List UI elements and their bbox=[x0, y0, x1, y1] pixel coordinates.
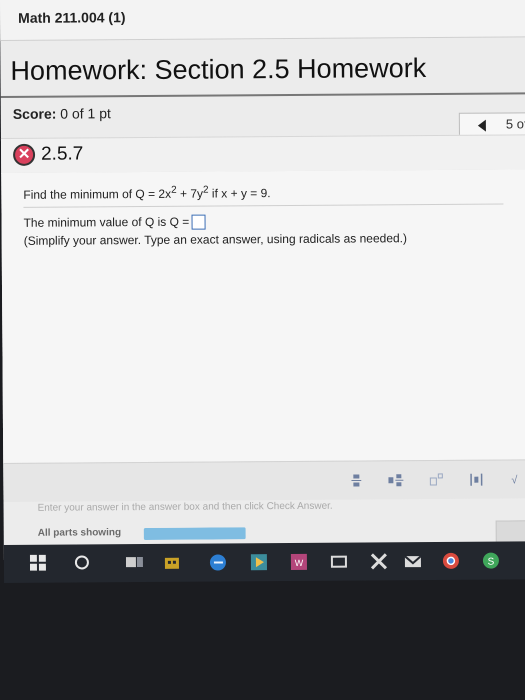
homework-title: Homework: Section 2.5 Homework bbox=[10, 53, 427, 86]
mail-icon[interactable] bbox=[404, 552, 422, 570]
windows-taskbar: W S bbox=[3, 541, 525, 583]
incorrect-status-icon: ✕ bbox=[13, 143, 36, 166]
score-value: 0 of 1 pt bbox=[60, 105, 111, 122]
skype-icon[interactable]: S bbox=[482, 552, 500, 570]
problem-content: Find the minimum of Q = 2x2 + 7y2 if x +… bbox=[1, 169, 525, 463]
edge-icon[interactable] bbox=[209, 553, 227, 571]
answer-input[interactable] bbox=[191, 214, 206, 230]
title-divider bbox=[0, 92, 525, 98]
svg-text:W: W bbox=[295, 558, 304, 568]
parts-showing-label: All parts showing bbox=[37, 527, 122, 539]
course-title[interactable]: Math 211.004 (1) bbox=[18, 9, 125, 26]
previous-question-icon[interactable] bbox=[477, 119, 486, 132]
cortana-icon[interactable] bbox=[74, 554, 92, 572]
app-icon[interactable] bbox=[370, 552, 388, 570]
browser-screen: Math 211.004 (1) Homework: Section 2.5 H… bbox=[0, 0, 525, 583]
question-text: Find the minimum of Q = 2x2 + 7y2 if x +… bbox=[23, 184, 271, 202]
mail-icon[interactable] bbox=[330, 553, 348, 571]
check-answer-button[interactable] bbox=[495, 520, 525, 543]
mixed-number-icon[interactable] bbox=[387, 473, 405, 489]
exponent-icon[interactable] bbox=[427, 473, 445, 489]
problem-number: 2.5.7 bbox=[41, 143, 84, 165]
word-icon[interactable]: W bbox=[290, 553, 308, 571]
question-count: 5 of bbox=[505, 116, 525, 132]
score-label: Score: bbox=[12, 105, 57, 122]
sqrt-icon[interactable]: √ bbox=[505, 472, 523, 488]
problem-header: ✕ 2.5.7 bbox=[0, 134, 525, 174]
absolute-value-icon[interactable] bbox=[467, 473, 485, 489]
answer-hint: Enter your answer in the answer box and … bbox=[37, 500, 333, 514]
store-icon[interactable] bbox=[164, 554, 182, 572]
score-display: Score: 0 of 1 pt bbox=[13, 105, 111, 122]
svg-text:S: S bbox=[488, 557, 495, 568]
math-tool-tray: √ bbox=[3, 459, 525, 502]
progress-fill bbox=[143, 527, 246, 541]
course-header: Math 211.004 (1) bbox=[0, 0, 525, 41]
answer-prompt: The minimum value of Q is Q = bbox=[23, 214, 190, 230]
fraction-icon[interactable] bbox=[347, 473, 365, 489]
windows-start-icon[interactable] bbox=[29, 554, 48, 573]
chrome-icon[interactable] bbox=[442, 552, 460, 570]
answer-instruction: (Simplify your answer. Type an exact ans… bbox=[23, 231, 408, 248]
answer-line: The minimum value of Q is Q = bbox=[24, 215, 206, 232]
progress-bar bbox=[143, 527, 246, 541]
media-icon[interactable] bbox=[250, 553, 268, 571]
question-navigator: 5 of bbox=[458, 112, 525, 137]
task-view-icon[interactable] bbox=[125, 554, 144, 572]
question-divider bbox=[23, 203, 504, 208]
